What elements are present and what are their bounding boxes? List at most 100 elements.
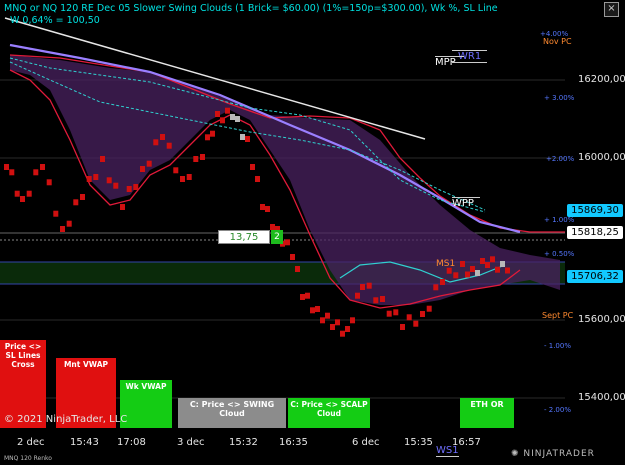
renko-brick bbox=[46, 179, 52, 186]
renko-brick bbox=[285, 239, 290, 246]
renko-brick bbox=[140, 166, 145, 172]
renko-brick bbox=[9, 169, 15, 176]
renko-brick bbox=[325, 312, 330, 319]
renko-brick bbox=[86, 176, 92, 182]
time-tick-label: 2 dec bbox=[17, 437, 45, 448]
renko-brick bbox=[315, 306, 320, 312]
close-icon[interactable]: × bbox=[604, 2, 619, 17]
renko-brick bbox=[490, 256, 495, 263]
renko-brick bbox=[470, 266, 475, 272]
renko-brick bbox=[255, 176, 260, 182]
renko-brick bbox=[14, 190, 20, 197]
level-mpp: MPP bbox=[435, 56, 464, 68]
renko-brick bbox=[113, 182, 119, 189]
renko-brick bbox=[386, 310, 392, 317]
renko-brick bbox=[465, 271, 470, 278]
ninjatrader-logo: ✺ NINJATRADER bbox=[511, 449, 595, 459]
renko-brick bbox=[480, 258, 485, 264]
renko-brick bbox=[33, 169, 39, 176]
price-tick-label: 16200,00 bbox=[578, 74, 625, 85]
renko-brick bbox=[230, 114, 235, 120]
time-tick-label: 15:35 bbox=[404, 437, 433, 448]
chart-subtitle: W 0,64% = 100,50 bbox=[10, 15, 100, 26]
renko-brick bbox=[120, 204, 125, 210]
time-tick-label: 16:57 bbox=[452, 437, 481, 448]
renko-brick bbox=[205, 134, 210, 141]
renko-brick bbox=[340, 330, 345, 337]
renko-brick bbox=[413, 320, 419, 327]
renko-brick bbox=[53, 210, 59, 217]
renko-brick bbox=[300, 294, 305, 300]
signal-box-eth-or: ETH OR bbox=[460, 398, 514, 428]
renko-brick bbox=[305, 292, 310, 299]
logo-icon: ✺ bbox=[511, 449, 524, 459]
time-tick-label: 15:32 bbox=[229, 437, 258, 448]
time-tick-label: 3 dec bbox=[177, 437, 205, 448]
renko-brick bbox=[310, 307, 315, 314]
renko-brick bbox=[73, 199, 79, 206]
renko-brick bbox=[160, 134, 165, 140]
ruler-value[interactable]: 13,75 bbox=[218, 230, 270, 244]
time-tick-label: 16:35 bbox=[279, 437, 308, 448]
renko-brick bbox=[4, 164, 9, 170]
renko-brick bbox=[173, 167, 179, 174]
renko-brick bbox=[40, 164, 45, 170]
time-tick-label: 6 dec bbox=[352, 437, 380, 448]
renko-brick bbox=[260, 204, 265, 210]
renko-brick bbox=[193, 156, 199, 162]
renko-brick bbox=[453, 272, 459, 279]
renko-brick bbox=[100, 156, 105, 162]
renko-brick bbox=[380, 296, 385, 302]
renko-brick bbox=[295, 266, 300, 272]
renko-brick bbox=[420, 311, 425, 317]
renko-brick bbox=[220, 117, 225, 124]
copyright-text: © 2021 NinjaTrader, LLC bbox=[4, 414, 128, 425]
chart-title: MNQ or NQ 120 RE Dec 05 Slower Swing Clo… bbox=[4, 3, 498, 14]
instrument-footer: MNQ 120 Renko bbox=[4, 455, 52, 462]
renko-brick bbox=[133, 184, 139, 190]
renko-brick bbox=[360, 284, 365, 290]
renko-brick bbox=[26, 190, 32, 197]
pct-tick-label: - 1.00% bbox=[544, 342, 571, 350]
renko-brick bbox=[250, 164, 255, 170]
renko-brick bbox=[290, 254, 295, 260]
renko-brick bbox=[335, 319, 340, 326]
renko-brick bbox=[153, 139, 159, 146]
time-tick-label: 17:08 bbox=[117, 437, 146, 448]
renko-brick bbox=[460, 261, 465, 267]
renko-brick bbox=[225, 107, 230, 114]
renko-brick bbox=[245, 136, 250, 142]
renko-brick bbox=[485, 262, 490, 268]
level-nov-pc: Nov PC bbox=[543, 37, 572, 46]
renko-brick bbox=[235, 116, 240, 122]
renko-brick bbox=[93, 174, 99, 180]
level-wpp: WPP bbox=[452, 197, 480, 209]
pct-tick-label: - 2.00% bbox=[544, 406, 571, 414]
renko-brick bbox=[355, 292, 360, 299]
pct-tick-label: + 3.00% bbox=[544, 94, 575, 102]
renko-brick bbox=[66, 220, 72, 227]
level-ms1: MS1 bbox=[436, 259, 456, 269]
renko-brick bbox=[345, 326, 350, 332]
renko-brick bbox=[166, 142, 172, 149]
renko-brick bbox=[146, 160, 152, 167]
ruler-count[interactable]: 2 bbox=[271, 230, 283, 244]
pct-tick-label: + 0.50% bbox=[544, 250, 575, 258]
renko-brick bbox=[426, 305, 432, 312]
price-tag-scalp: 15706,32 bbox=[567, 270, 623, 283]
renko-brick bbox=[406, 314, 412, 321]
renko-brick bbox=[60, 226, 65, 232]
renko-brick bbox=[20, 196, 25, 202]
renko-brick bbox=[495, 266, 500, 273]
level-sept-pc: Sept PC bbox=[542, 311, 574, 320]
signal-box-scalp-cloud: C: Price <> SCALP Cloud bbox=[288, 398, 370, 428]
renko-brick bbox=[106, 177, 112, 184]
signal-box-wk-vwap: Wk VWAP bbox=[120, 380, 172, 428]
price-tag-current: 15818,25 bbox=[567, 226, 623, 239]
pct-tick-label: + 1.00% bbox=[544, 216, 575, 224]
chart-window: MNQ or NQ 120 RE Dec 05 Slower Swing Clo… bbox=[0, 0, 625, 465]
renko-brick bbox=[215, 111, 220, 117]
renko-brick bbox=[393, 309, 399, 316]
renko-brick bbox=[200, 154, 205, 160]
time-tick-label: 15:43 bbox=[70, 437, 99, 448]
